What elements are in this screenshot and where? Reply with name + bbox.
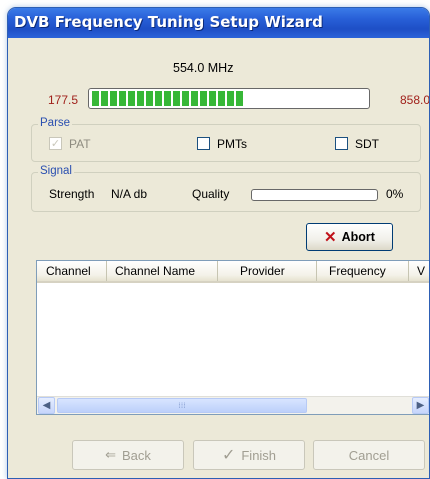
quality-value: 0% <box>386 187 404 201</box>
pat-checkbox[interactable]: ✓ <box>49 137 62 150</box>
column-channel[interactable]: Channel <box>37 261 107 281</box>
pmts-checkbox[interactable] <box>197 137 210 150</box>
cancel-label: Cancel <box>348 447 390 463</box>
sdt-label: SDT <box>355 137 379 151</box>
quality-bar <box>251 189 378 201</box>
finish-label: Finish <box>241 447 277 463</box>
column-frequency[interactable]: Frequency <box>317 261 409 281</box>
current-frequency: 554.0 MHz <box>173 61 234 75</box>
strength-label: Strength <box>49 187 95 201</box>
cancel-button[interactable]: Cancel <box>313 440 425 470</box>
frequency-progress-bar <box>88 88 370 109</box>
scroll-thumb[interactable]: ⁞⁞⁞ <box>57 398 307 413</box>
horizontal-scrollbar[interactable]: ◀ ⁞⁞⁞ ▶ <box>37 396 429 414</box>
back-arrow-icon: ⇐ <box>105 447 116 462</box>
pmts-label: PMTs <box>217 137 247 151</box>
column-provider[interactable]: Provider <box>218 261 317 281</box>
pat-label: PAT <box>69 137 91 151</box>
checkmark-icon: ✓ <box>221 447 236 464</box>
back-label: Back <box>122 447 151 463</box>
title-bar[interactable]: DVB Frequency Tuning Setup Wizard <box>8 8 429 38</box>
parse-group-label: Parse <box>38 117 73 129</box>
sdt-checkbox[interactable] <box>335 137 348 150</box>
wizard-window: DVB Frequency Tuning Setup Wizard 554.0 … <box>7 7 430 479</box>
frequency-min: 177.5 <box>48 93 79 107</box>
progress-fill <box>92 91 243 106</box>
column-channel-name[interactable]: Channel Name <box>107 261 218 281</box>
scroll-right-icon[interactable]: ▶ <box>412 397 429 414</box>
frequency-max: 858.0 <box>400 93 430 107</box>
scroll-left-icon[interactable]: ◀ <box>38 397 55 414</box>
signal-group-label: Signal <box>38 165 74 177</box>
channel-list[interactable]: Channel Channel Name Provider Frequency … <box>36 260 429 415</box>
back-button[interactable]: ⇐ Back <box>72 440 184 470</box>
check-icon: ✓ <box>50 137 61 150</box>
red-x-icon: ✕ <box>324 228 337 246</box>
list-header: Channel Channel Name Provider Frequency … <box>37 261 429 283</box>
quality-label: Quality <box>192 187 230 201</box>
finish-button[interactable]: ✓ Finish <box>193 440 305 470</box>
strength-value: N/A db <box>111 187 148 201</box>
abort-label: Abort <box>341 230 375 244</box>
window-title: DVB Frequency Tuning Setup Wizard <box>14 13 323 31</box>
abort-button[interactable]: ✕ Abort <box>306 223 393 251</box>
column-v[interactable]: V <box>409 261 429 281</box>
